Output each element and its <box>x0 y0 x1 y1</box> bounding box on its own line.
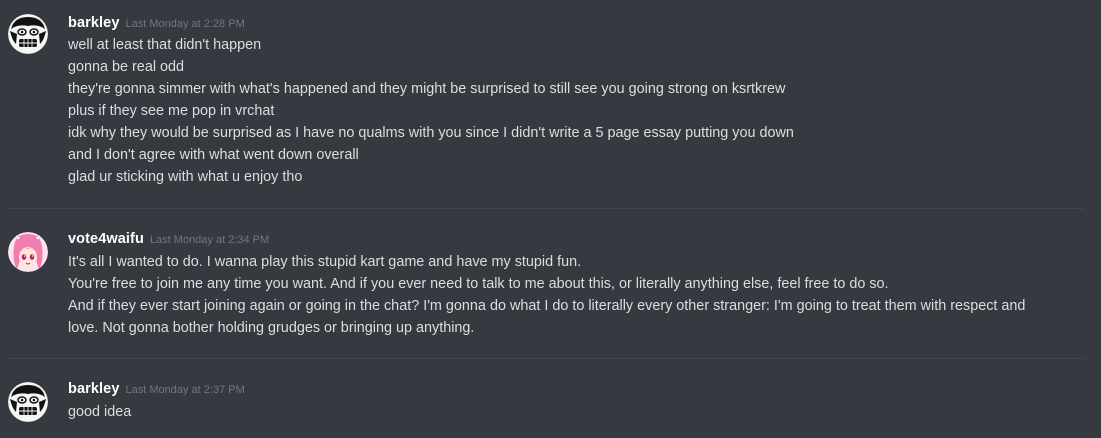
message-line: and I don't agree with what went down ov… <box>68 147 359 163</box>
grimacing-face-avatar-icon <box>8 14 48 54</box>
message-group: vote4waifu Last Monday at 2:34 PM It's al… <box>0 220 1101 350</box>
message-divider <box>8 358 1084 359</box>
message-group: barkley Last Monday at 2:28 PM well at le… <box>0 0 1101 200</box>
message-line: well at least that didn't happen <box>68 37 262 53</box>
message-content: well at least that didn't happen gonna b… <box>68 34 1083 188</box>
message-header: barkley Last Monday at 2:37 PM <box>68 380 245 400</box>
username[interactable]: barkley <box>68 381 120 397</box>
message-divider <box>8 208 1084 209</box>
message-line: You're free to join me any time you want… <box>68 276 889 292</box>
pink-haired-anime-girl-avatar-icon <box>8 232 48 272</box>
timestamp[interactable]: Last Monday at 2:28 PM <box>126 18 245 30</box>
chat-messages-pane: barkley Last Monday at 2:28 PM well at le… <box>0 0 1101 438</box>
message-line: they're gonna simmer with what's happene… <box>68 81 786 97</box>
message-content: good idea <box>68 401 1083 423</box>
user-avatar-vote4waifu[interactable] <box>8 232 48 272</box>
message-line: plus if they see me pop in vrchat <box>68 103 275 119</box>
message-content: It's all I wanted to do. I wanna play th… <box>68 251 1083 339</box>
timestamp[interactable]: Last Monday at 2:34 PM <box>150 234 269 246</box>
message-header: vote4waifu Last Monday at 2:34 PM <box>68 230 269 250</box>
message-group: barkley Last Monday at 2:37 PM good idea <box>0 370 1101 438</box>
username[interactable]: vote4waifu <box>68 231 144 247</box>
message-line: And if they ever start joining again or … <box>68 298 1026 314</box>
message-header: barkley Last Monday at 2:28 PM <box>68 14 245 34</box>
grimacing-face-avatar-icon <box>8 382 48 422</box>
user-avatar-barkley[interactable] <box>8 14 48 54</box>
message-line: good idea <box>68 404 132 420</box>
message-line: idk why they would be surprised as I hav… <box>68 125 794 141</box>
username[interactable]: barkley <box>68 15 120 31</box>
timestamp[interactable]: Last Monday at 2:37 PM <box>126 384 245 396</box>
message-line: glad ur sticking with what u enjoy tho <box>68 169 303 185</box>
message-line: It's all I wanted to do. I wanna play th… <box>68 254 582 270</box>
user-avatar-barkley[interactable] <box>8 382 48 422</box>
message-line: gonna be real odd <box>68 59 185 75</box>
message-line: love. Not gonna bother holding grudges o… <box>68 320 475 336</box>
